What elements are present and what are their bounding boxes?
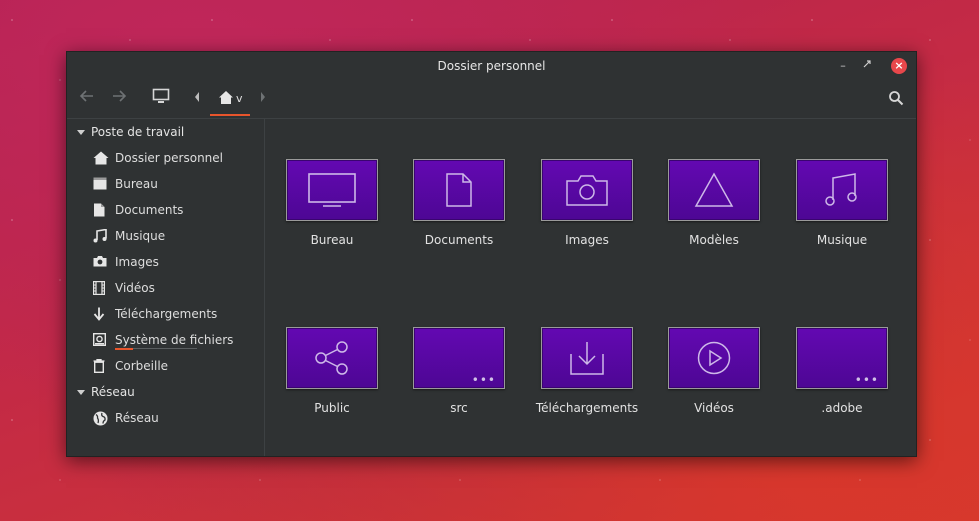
folder-item-images[interactable]: Images xyxy=(523,159,651,247)
folder-item-adobe[interactable]: ••• .adobe xyxy=(778,327,906,415)
expander-down-icon xyxy=(77,130,85,135)
minimize-button[interactable]: – xyxy=(834,57,852,75)
folder-item-src[interactable]: ••• src xyxy=(395,327,523,415)
maximize-button[interactable] xyxy=(858,57,876,75)
monitor-icon xyxy=(308,173,356,207)
folder-icon xyxy=(541,327,633,389)
sidebar-section-network[interactable]: Réseau xyxy=(77,385,135,399)
folder-label: Documents xyxy=(424,233,494,247)
monitor-icon xyxy=(152,88,170,103)
mount-usage-bar xyxy=(115,348,133,350)
toolbar: v xyxy=(67,80,916,118)
folder-label: Public xyxy=(314,401,350,415)
close-button[interactable]: × xyxy=(891,58,907,74)
folder-label: src xyxy=(450,401,468,415)
path-scroll-right-button[interactable] xyxy=(259,89,267,109)
more-dots-icon: ••• xyxy=(471,373,496,387)
folder-icon xyxy=(668,327,760,389)
folder-icon xyxy=(413,159,505,221)
triangle-icon xyxy=(694,172,734,207)
forward-button[interactable] xyxy=(111,88,127,109)
path-scroll-left-button[interactable] xyxy=(193,89,201,109)
folder-item-public[interactable]: Public xyxy=(268,327,396,415)
chevron-left-icon xyxy=(195,92,199,102)
sidebar: Poste de travail Dossier personnel Burea… xyxy=(67,119,265,456)
folder-icon: ••• xyxy=(413,327,505,389)
search-button[interactable] xyxy=(888,90,904,110)
globe-icon xyxy=(93,411,108,426)
mount-usage-track xyxy=(133,348,197,349)
folder-label: Téléchargements xyxy=(535,401,639,415)
home-icon xyxy=(219,91,233,104)
folder-item-telechargements[interactable]: Téléchargements xyxy=(523,327,651,415)
title-bar[interactable]: Dossier personnel xyxy=(67,52,916,80)
folder-label: Modèles xyxy=(689,233,739,247)
sidebar-section-computer[interactable]: Poste de travail xyxy=(77,125,184,139)
expander-down-icon xyxy=(77,390,85,395)
search-icon xyxy=(889,91,904,106)
folder-icon xyxy=(286,327,378,389)
folder-label: .adobe xyxy=(821,401,863,415)
chevron-right-icon xyxy=(261,92,265,102)
folder-grid: Bureau Documents Images Modèles Musique xyxy=(265,119,916,456)
breadcrumb-label: v xyxy=(236,92,243,105)
folder-item-bureau[interactable]: Bureau xyxy=(268,159,396,247)
arrow-left-icon xyxy=(79,90,93,102)
folder-item-modeles[interactable]: Modèles xyxy=(650,159,778,247)
file-manager-window: Dossier personnel – × v Poste de travail… xyxy=(66,51,917,457)
download-tray-icon xyxy=(570,342,604,375)
folder-item-musique[interactable]: Musique xyxy=(778,159,906,247)
folder-icon: ••• xyxy=(796,327,888,389)
folder-icon xyxy=(541,159,633,221)
folder-item-documents[interactable]: Documents xyxy=(395,159,523,247)
folder-label: Musique xyxy=(816,233,868,247)
camera-icon xyxy=(93,256,107,267)
folder-label: Vidéos xyxy=(694,401,734,415)
film-icon xyxy=(93,281,105,295)
arrow-right-icon xyxy=(113,90,127,102)
music-note-icon xyxy=(825,173,857,206)
drive-icon xyxy=(93,333,106,346)
document-icon xyxy=(94,203,105,217)
more-dots-icon: ••• xyxy=(854,373,879,387)
breadcrumb-active-indicator xyxy=(210,114,250,116)
back-button[interactable] xyxy=(79,88,95,109)
download-icon xyxy=(93,307,105,321)
folder-icon xyxy=(796,159,888,221)
window-title: Dossier personnel xyxy=(437,59,546,73)
folder-label: Images xyxy=(565,233,609,247)
play-icon xyxy=(697,341,731,375)
trash-icon xyxy=(93,359,105,373)
folder-icon xyxy=(668,159,760,221)
music-icon xyxy=(93,229,107,243)
folder-icon xyxy=(286,159,378,221)
computer-button[interactable] xyxy=(152,88,170,109)
breadcrumb-home[interactable]: v xyxy=(210,87,250,116)
camera-icon xyxy=(566,175,608,206)
maximize-icon xyxy=(863,60,871,68)
folder-item-videos[interactable]: Vidéos xyxy=(650,327,778,415)
home-icon xyxy=(93,151,109,165)
folder-label: Bureau xyxy=(310,233,354,247)
document-icon xyxy=(446,173,472,207)
desktop-icon xyxy=(93,177,107,190)
share-icon xyxy=(315,341,348,375)
